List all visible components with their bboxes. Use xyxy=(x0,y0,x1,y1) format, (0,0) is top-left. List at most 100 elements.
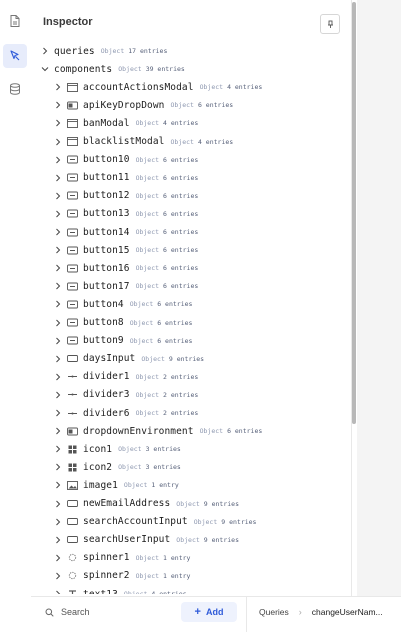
chevron-right-icon[interactable] xyxy=(53,263,63,273)
tree-count: 2 entries xyxy=(163,372,199,381)
breadcrumb-queries[interactable]: Queries xyxy=(259,607,289,617)
chevron-right-icon[interactable] xyxy=(53,444,63,454)
chevron-right-icon[interactable] xyxy=(53,517,63,527)
tree-type: Object xyxy=(100,47,125,55)
chevron-right-icon[interactable] xyxy=(53,408,63,418)
tree-row[interactable]: divider3 Object 2 entries xyxy=(53,386,198,404)
tree-row[interactable]: icon1 Object 3 entries xyxy=(53,440,181,458)
tree-row[interactable]: text13 Object 4 entries xyxy=(53,585,187,594)
inspector-panel: Inspector queries Object 17 entries compone… xyxy=(31,0,352,596)
tree-count: 4 entries xyxy=(151,590,187,594)
tree-row[interactable]: queries Object 17 entries xyxy=(40,42,167,60)
tree-scrollbar[interactable] xyxy=(352,2,356,424)
input-icon xyxy=(67,517,78,526)
chevron-right-icon[interactable] xyxy=(53,318,63,328)
tree-row[interactable]: daysInput Object 9 entries xyxy=(53,350,204,368)
tree-row[interactable]: button12 Object 6 entries xyxy=(53,187,198,205)
tree-type: Object xyxy=(199,427,224,436)
chevron-right-icon[interactable] xyxy=(53,245,63,255)
tree-type: Object xyxy=(135,191,160,200)
tree-row[interactable]: spinner2 Object 1 entry xyxy=(53,567,190,585)
chevron-right-icon[interactable] xyxy=(53,499,63,509)
chevron-right-icon[interactable] xyxy=(53,535,63,545)
tree-row[interactable]: button15 Object 6 entries xyxy=(53,241,198,259)
tree-row[interactable]: searchAccountInput Object 9 entries xyxy=(53,513,256,531)
tree-row[interactable]: newEmailAddress Object 9 entries xyxy=(53,495,239,513)
tree-row[interactable]: button4 Object 6 entries xyxy=(53,295,192,313)
chevron-right-icon[interactable] xyxy=(53,462,63,472)
tree-count: 6 entries xyxy=(163,228,199,236)
chevron-right-icon[interactable] xyxy=(53,173,63,183)
tree-row[interactable]: searchUserInput Object 9 entries xyxy=(53,531,239,549)
rail-inspector-button[interactable] xyxy=(3,44,27,68)
tree-row[interactable]: button10 Object 6 entries xyxy=(53,151,198,169)
search-icon xyxy=(45,608,54,617)
breadcrumb-current[interactable]: changeUserNam... xyxy=(312,607,383,617)
chevron-right-icon[interactable] xyxy=(53,281,63,291)
tree-row[interactable]: button9 Object 6 entries xyxy=(53,332,192,350)
chevron-right-icon[interactable] xyxy=(53,299,63,309)
chevron-right-icon: › xyxy=(298,607,302,617)
tree-row[interactable]: button16 Object 6 entries xyxy=(53,259,198,277)
tree-row[interactable]: button17 Object 6 entries xyxy=(53,277,198,295)
tree-count: 9 entries xyxy=(203,535,240,544)
chevron-right-icon[interactable] xyxy=(53,372,63,382)
chevron-right-icon[interactable] xyxy=(53,336,63,346)
tree-row[interactable]: divider6 Object 2 entries xyxy=(53,404,198,422)
chevron-right-icon[interactable] xyxy=(53,137,63,147)
add-button[interactable]: + Add xyxy=(181,602,237,622)
tree-type: Object xyxy=(135,119,160,128)
chevron-right-icon[interactable] xyxy=(53,209,63,219)
chevron-right-icon[interactable] xyxy=(53,82,63,92)
tree-row[interactable]: divider1 Object 2 entries xyxy=(53,368,198,386)
chevron-right-icon[interactable] xyxy=(53,426,63,436)
tree-row[interactable]: button14 Object 6 entries xyxy=(53,223,198,241)
tree-row[interactable]: spinner1 Object 1 entry xyxy=(53,549,190,567)
tree-row[interactable]: icon2 Object 3 entries xyxy=(53,458,181,476)
input-icon xyxy=(67,354,78,363)
tree-row[interactable]: components Object 39 entries xyxy=(40,60,185,78)
tree-row[interactable]: dropdownEnvironment Object 6 entries xyxy=(53,422,262,440)
chevron-right-icon[interactable] xyxy=(53,571,63,581)
tree-row[interactable]: button11 Object 6 entries xyxy=(53,169,198,187)
chevron-right-icon[interactable] xyxy=(40,46,50,56)
chevron-right-icon[interactable] xyxy=(53,354,63,364)
chevron-right-icon[interactable] xyxy=(53,589,63,594)
tree-key: button16 xyxy=(83,262,130,274)
chevron-right-icon[interactable] xyxy=(53,553,63,563)
tree-row[interactable]: banModal Object 4 entries xyxy=(53,114,198,132)
chevron-right-icon[interactable] xyxy=(53,390,63,400)
tree-type: Object xyxy=(193,517,218,526)
tree-row[interactable]: blacklistModal Object 4 entries xyxy=(53,133,233,151)
rail-document-button[interactable] xyxy=(3,9,27,33)
pin-button[interactable] xyxy=(320,14,340,34)
chevron-right-icon[interactable] xyxy=(53,118,63,128)
tree-count: 1 entry xyxy=(163,553,191,562)
chevron-right-icon[interactable] xyxy=(53,227,63,237)
tree-row[interactable]: image1 Object 1 entry xyxy=(53,476,179,494)
tree-key: daysInput xyxy=(83,353,136,365)
chevron-down-icon[interactable] xyxy=(40,64,50,74)
tree-type: Object xyxy=(135,246,160,255)
spinner-icon xyxy=(67,571,78,580)
chevron-right-icon[interactable] xyxy=(53,480,63,490)
tree-count: 3 entries xyxy=(145,445,181,454)
search-field[interactable]: Search xyxy=(45,607,90,617)
rail-database-button[interactable] xyxy=(3,77,27,101)
chevron-right-icon[interactable] xyxy=(53,155,63,165)
modal-icon xyxy=(67,137,78,146)
tree-row[interactable]: apiKeyDropDown Object 6 entries xyxy=(53,96,233,114)
tree-key: button11 xyxy=(83,172,130,184)
button-icon xyxy=(67,318,78,327)
chevron-right-icon[interactable] xyxy=(53,191,63,201)
tree-type: Object xyxy=(135,372,160,381)
button-icon xyxy=(67,264,78,273)
chevron-right-icon[interactable] xyxy=(53,100,63,110)
search-input[interactable]: Search xyxy=(61,607,90,617)
tree-key: queries xyxy=(54,45,95,57)
tree-row[interactable]: button13 Object 6 entries xyxy=(53,205,198,223)
tree-type: Object xyxy=(135,173,160,182)
tree-type: Object xyxy=(135,155,160,164)
tree-row[interactable]: button8 Object 6 entries xyxy=(53,314,192,332)
tree-row[interactable]: accountActionsModal Object 4 entries xyxy=(53,78,262,96)
